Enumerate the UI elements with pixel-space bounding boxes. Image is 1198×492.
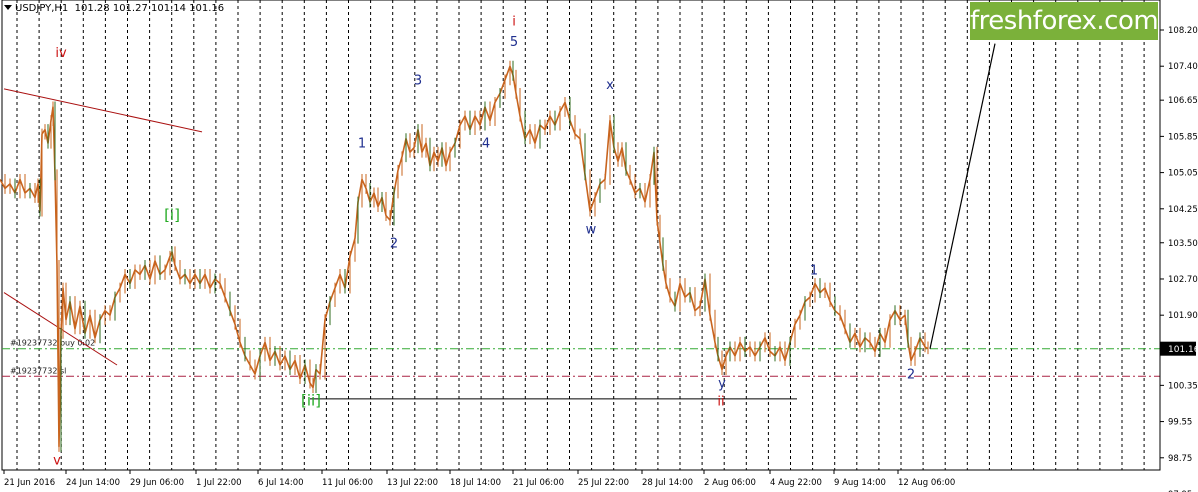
- wave-label: iv: [55, 46, 67, 61]
- x-tick-label: 9 Aug 14:00: [834, 478, 886, 488]
- order-lines: #19237732 buy 0.02#19237732 sl: [2, 339, 1160, 377]
- x-tick-label: 25 Jul 22:00: [578, 478, 629, 488]
- x-tick-label: 21 Jul 06:00: [513, 478, 564, 488]
- wave-label: 2: [390, 236, 398, 251]
- y-tick-label: 102.70: [1168, 275, 1198, 285]
- y-tick-label: 99.55: [1168, 418, 1192, 428]
- forecast-line: [929, 43, 996, 349]
- y-tick-label: 103.50: [1168, 239, 1198, 249]
- price-axis: 108.20 107.40 106.65 105.85 105.05 104.25 103.…: [1159, 0, 1198, 492]
- x-tick-label: 28 Jul 14:00: [642, 478, 693, 488]
- x-tick-label: 4 Aug 22:00: [770, 478, 822, 488]
- y-tick-label: 108.20: [1168, 26, 1198, 36]
- wave-label: 1: [810, 263, 818, 278]
- chart-gridlines: [1, 0, 1161, 471]
- y-tick-label: 105.05: [1168, 169, 1198, 179]
- chart-title: USDJPY,H1 101.28 101.27 101.14 101.16: [4, 3, 224, 14]
- symbol-label: USDJPY,H1: [15, 3, 69, 14]
- trend-line: [3, 88, 203, 133]
- x-tick-label: 24 Jun 14:00: [66, 478, 120, 488]
- price-line: [0, 65, 929, 448]
- y-tick-label: 101.90: [1168, 311, 1198, 321]
- y-tick-label: 104.25: [1168, 205, 1198, 215]
- x-tick-label: 18 Jul 14:00: [450, 478, 501, 488]
- wave-label: 5: [510, 35, 518, 50]
- x-tick-label: 6 Jul 14:00: [258, 478, 304, 488]
- wave-label: w: [586, 223, 597, 238]
- time-axis: 21 Jun 2016 24 Jun 14:00 29 Jun 06:00 1 Jul…: [3, 470, 955, 488]
- dropdown-triangle-icon[interactable]: [4, 5, 12, 10]
- wave-label: [i]: [164, 206, 180, 224]
- price-chart[interactable]: #19237732 buy 0.02#19237732 sl ivv[c][i]…: [0, 0, 1198, 492]
- y-tick-label: 98.75: [1168, 454, 1192, 464]
- wave-label: x: [606, 78, 614, 93]
- x-tick-label: 21 Jun 2016: [4, 478, 55, 488]
- wave-label: ii: [717, 395, 724, 410]
- price-series: [0, 60, 929, 452]
- x-tick-label: 29 Jun 06:00: [130, 478, 184, 488]
- wave-label: v: [53, 454, 61, 469]
- x-tick-label: 1 Jul 22:00: [196, 478, 242, 488]
- wave-label: [ii]: [301, 392, 321, 410]
- wave-label: 2: [907, 368, 915, 383]
- x-tick-label: 11 Jul 06:00: [322, 478, 373, 488]
- y-tick-label: 106.65: [1168, 96, 1198, 106]
- ohlc-label: 101.28 101.27 101.14 101.16: [74, 3, 225, 14]
- brand-logo: freshforex.com: [970, 2, 1159, 40]
- wave-label: 4: [482, 137, 490, 152]
- wave-label: i: [512, 14, 516, 29]
- wave-label: 1: [358, 137, 366, 152]
- wave-label: y: [718, 377, 726, 392]
- y-tick-label: 100.35: [1168, 381, 1198, 391]
- wave-label: 3: [414, 73, 422, 88]
- y-tick-label: 107.40: [1168, 62, 1198, 72]
- x-tick-label: 13 Jul 22:00: [387, 478, 438, 488]
- plot-frame: [1, 0, 1161, 471]
- y-tick-label: 105.85: [1168, 132, 1198, 142]
- current-price-label: 101.16: [1168, 345, 1198, 355]
- x-tick-label: 2 Aug 06:00: [704, 478, 756, 488]
- x-tick-label: 12 Aug 06:00: [898, 478, 955, 488]
